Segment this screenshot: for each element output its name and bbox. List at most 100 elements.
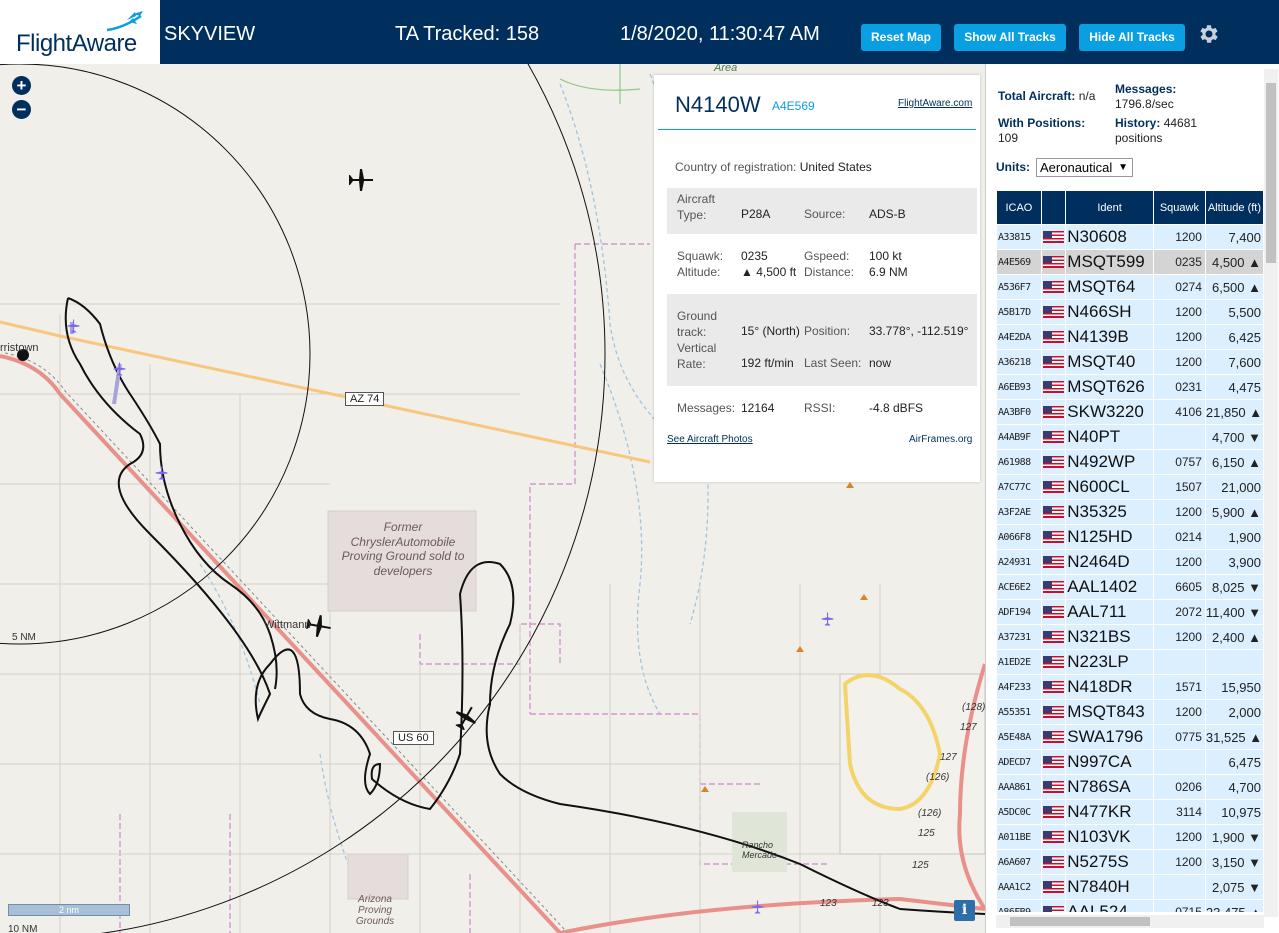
us-flag-icon xyxy=(1042,531,1064,543)
messages-value: 12164 xyxy=(741,401,775,415)
column-header-flag[interactable] xyxy=(1040,190,1067,225)
table-row[interactable]: A36218 MSQT40 1200 7,600 xyxy=(996,349,1264,375)
table-row[interactable]: A3F2AE N35325 1200 5,900 ▲ xyxy=(996,499,1264,525)
us-flag-icon xyxy=(1042,831,1064,843)
aircraft-icon[interactable] xyxy=(66,319,80,333)
aircraft-icao-link[interactable]: A4E569 xyxy=(772,99,815,113)
us60-shield: US 60 xyxy=(393,731,434,745)
messages-stat: Messages: 1796.8/sec xyxy=(1115,82,1205,112)
zoom-in-button[interactable]: + xyxy=(12,76,31,95)
table-row[interactable]: A4E2DA N4139B 1200 6,425 xyxy=(996,324,1264,350)
altitude-cell: 11,400 ▼ xyxy=(1204,599,1264,625)
table-row[interactable]: ACE6E2 AAL1402 6605 8,025 ▼ xyxy=(996,574,1264,600)
ident-cell: N321BS xyxy=(1065,624,1154,650)
vertical-scrollbar[interactable] xyxy=(1264,69,1278,917)
table-row[interactable]: AAA861 N786SA 0206 4,700 xyxy=(996,774,1264,800)
altitude-cell: 8,025 ▼ xyxy=(1204,574,1264,600)
altitude-value: ▲ 4,500 ft xyxy=(741,265,797,279)
rssi-value: -4.8 dBFS xyxy=(869,401,924,415)
table-row[interactable]: A7C77C N600CL 1507 21,000 xyxy=(996,474,1264,500)
table-row[interactable]: A4E569 MSQT599 0235 4,500 ▲ xyxy=(996,249,1264,275)
altitude-cell: 5,900 ▲ xyxy=(1204,499,1264,525)
units-value: Aeronautical xyxy=(1040,160,1113,175)
flag-cell xyxy=(1040,574,1067,600)
us-flag-icon xyxy=(1042,706,1064,718)
altitude-cell: 21,850 ▲ xyxy=(1204,399,1264,425)
selected-aircraft-icon[interactable] xyxy=(452,704,478,730)
column-header-ident[interactable]: Ident xyxy=(1065,190,1154,225)
airframes-link[interactable]: AirFrames.org xyxy=(909,434,972,445)
table-row[interactable]: A6A607 N5275S 1200 3,150 ▼ xyxy=(996,849,1264,875)
table-row[interactable]: A536F7 MSQT64 0274 6,500 ▲ xyxy=(996,274,1264,300)
table-row[interactable]: A24931 N2464D 1200 3,900 xyxy=(996,549,1264,575)
table-row[interactable]: AAA1C2 N7840H 2,075 ▼ xyxy=(996,874,1264,900)
column-header-icao[interactable]: ICAO xyxy=(996,190,1042,225)
squawk-cell xyxy=(1152,649,1206,675)
ident-cell: N7840H xyxy=(1065,874,1154,900)
country-value: United States xyxy=(799,160,872,174)
table-row[interactable]: ADECD7 N997CA 6,475 xyxy=(996,749,1264,775)
flag-cell xyxy=(1040,874,1067,900)
table-row[interactable]: A5DC0C N477KR 3114 10,975 xyxy=(996,799,1264,825)
icao-cell: A6EB93 xyxy=(996,374,1042,400)
altitude-cell: 4,500 ▲ xyxy=(1204,249,1264,275)
icao-cell: ADF194 xyxy=(996,599,1042,625)
aircraft-icon[interactable] xyxy=(750,900,764,914)
us-flag-icon xyxy=(1042,881,1064,893)
us-flag-icon xyxy=(1042,456,1064,468)
aircraft-photos-link[interactable]: See Aircraft Photos xyxy=(667,434,753,445)
table-row[interactable]: A4AB9F N40PT 4,700 ▼ xyxy=(996,424,1264,450)
table-row[interactable]: A6EB93 MSQT626 0231 4,475 xyxy=(996,374,1264,400)
aircraft-detail-panel: N4140W A4E569 FlightAware.com Country of… xyxy=(654,75,980,482)
aircraft-icon[interactable] xyxy=(154,466,168,480)
units-select[interactable]: Aeronautical ▼ xyxy=(1036,158,1133,177)
us-flag-icon xyxy=(1042,331,1064,343)
info-icon[interactable]: i xyxy=(954,900,975,921)
table-row[interactable]: ADF194 AAL711 2072 11,400 ▼ xyxy=(996,599,1264,625)
table-row[interactable]: A5E48A SWA1796 0775 31,525 ▲ xyxy=(996,724,1264,750)
table-row[interactable]: A86FB9 AAL524 0715 23,475 ▲ xyxy=(996,899,1264,912)
table-row[interactable]: A4F233 N418DR 1571 15,950 xyxy=(996,674,1264,700)
table-row[interactable]: AA3BF0 SKW3220 4106 21,850 ▲ xyxy=(996,399,1264,425)
aircraft-icon[interactable] xyxy=(112,362,126,376)
distance-label: Distance: xyxy=(804,265,855,279)
source-label: Source: xyxy=(804,207,846,221)
table-row[interactable]: A55351 MSQT843 1200 2,000 xyxy=(996,699,1264,725)
flag-cell xyxy=(1040,624,1067,650)
show-all-tracks-button[interactable]: Show All Tracks xyxy=(954,24,1066,51)
table-row[interactable]: A5B17D N466SH 1200 5,500 xyxy=(996,299,1264,325)
squawk-cell: 1200 xyxy=(1152,224,1206,250)
table-row[interactable]: A33815 N30608 1200 7,400 xyxy=(996,224,1264,250)
aircraft-icon[interactable] xyxy=(348,166,374,192)
ident-cell: N466SH xyxy=(1065,299,1154,325)
ident-cell: MSQT599 xyxy=(1065,249,1154,275)
horizontal-scrollbar[interactable] xyxy=(996,915,1264,928)
scale-bar: 2 nm xyxy=(8,904,130,916)
flightaware-logo[interactable]: FlightAware xyxy=(0,0,160,64)
column-header-squawk[interactable]: Squawk xyxy=(1152,190,1206,225)
aircraft-icon[interactable] xyxy=(820,612,834,626)
ident-cell: AAL524 xyxy=(1065,899,1154,912)
table-row[interactable]: A011BE N103VK 1200 1,900 ▼ xyxy=(996,824,1264,850)
reset-map-button[interactable]: Reset Map xyxy=(861,24,941,51)
icao-cell: ADECD7 xyxy=(996,749,1042,775)
table-row[interactable]: A066F8 N125HD 0214 1,900 xyxy=(996,524,1264,550)
column-header-altitude[interactable]: Altitude (ft) xyxy=(1204,190,1264,225)
altitude-cell: 2,000 xyxy=(1204,699,1264,725)
scrollbar-thumb[interactable] xyxy=(1010,917,1150,926)
ident-cell: N477KR xyxy=(1065,799,1154,825)
ident-cell: SKW3220 xyxy=(1065,399,1154,425)
table-row[interactable]: A1ED2E N223LP xyxy=(996,649,1264,675)
icao-cell: A24931 xyxy=(996,549,1042,575)
total-aircraft-stat: Total Aircraft: n/a xyxy=(998,89,1095,104)
scrollbar-thumb[interactable] xyxy=(1266,83,1276,263)
hide-all-tracks-button[interactable]: Hide All Tracks xyxy=(1079,24,1185,51)
altitude-cell: 2,400 ▲ xyxy=(1204,624,1264,650)
zoom-out-button[interactable]: − xyxy=(12,100,31,119)
flightaware-link[interactable]: FlightAware.com xyxy=(898,98,972,109)
morristown-label: rristown xyxy=(0,342,39,354)
gear-icon[interactable] xyxy=(1196,22,1220,46)
icao-cell: A4F233 xyxy=(996,674,1042,700)
table-row[interactable]: A61988 N492WP 0757 6,150 ▲ xyxy=(996,449,1264,475)
table-row[interactable]: A37231 N321BS 1200 2,400 ▲ xyxy=(996,624,1264,650)
